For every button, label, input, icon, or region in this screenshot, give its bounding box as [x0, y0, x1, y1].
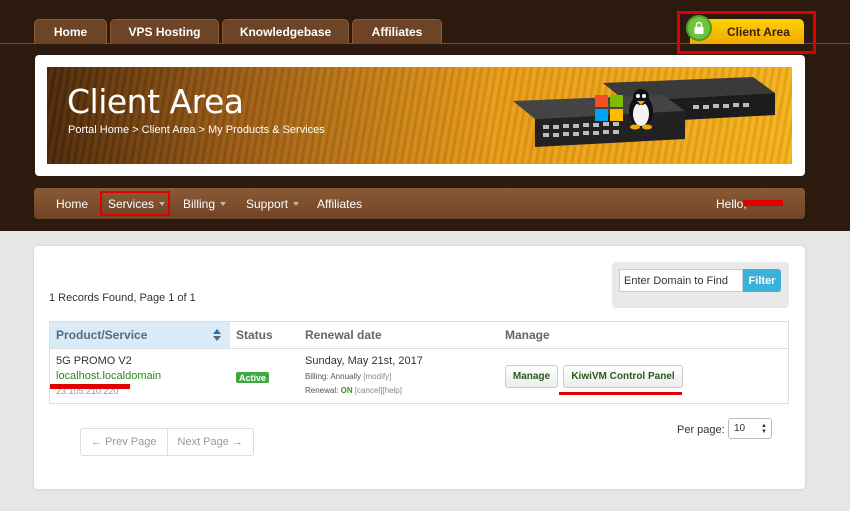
pagination: ← Prev Page Next Page → [80, 428, 254, 456]
modify-link[interactable]: [modify] [363, 372, 391, 381]
renewal-state: ON [340, 386, 353, 395]
top-tab-knowledgebase[interactable]: Knowledgebase [222, 19, 349, 44]
server-switch-image [513, 77, 775, 147]
records-summary: 1 Records Found, Page 1 of 1 [49, 292, 196, 304]
product-domain-link[interactable]: localhost.localdomain [56, 370, 161, 382]
nav-billing-label: Billing [183, 196, 216, 211]
nav-billing[interactable]: Billing [183, 188, 227, 219]
client-area-highlight [677, 11, 816, 54]
next-page-button[interactable]: Next Page → [168, 429, 254, 455]
column-header-manage: Manage [505, 328, 550, 342]
updown-arrows-icon: ▲ ▼ [761, 423, 767, 435]
per-page-label: Per page: [677, 424, 725, 436]
banner-title: Client Area [67, 82, 244, 121]
renewal-date: Sunday, May 21st, 2017 [305, 355, 423, 367]
chevron-down-icon [293, 201, 300, 206]
column-header-status[interactable]: Status [236, 322, 273, 348]
per-page-select[interactable]: 10 ▲ ▼ [728, 418, 772, 439]
sort-icon[interactable] [213, 329, 221, 341]
cancel-link[interactable]: [cancel] [355, 386, 383, 395]
nav-affiliates-label: Affiliates [317, 196, 363, 211]
nav-support[interactable]: Support [246, 188, 300, 219]
manage-button[interactable]: Manage [505, 365, 558, 388]
nav-support-label: Support [246, 196, 289, 211]
domain-search-input[interactable] [619, 269, 743, 292]
billing-cycle-label: Billing: Annually [305, 372, 362, 381]
per-page-value: 10 [734, 423, 746, 434]
column-header-renewal[interactable]: Renewal date [305, 322, 382, 348]
top-tab-vps-hosting[interactable]: VPS Hosting [110, 19, 219, 44]
auto-renewal: Renewal: ON [cancel][help] [305, 386, 402, 395]
kiwivm-highlight-underline [559, 392, 682, 395]
redaction-bar [743, 200, 783, 206]
help-link[interactable]: [help] [382, 386, 402, 395]
breadcrumb: Portal Home > Client Area > My Products … [68, 124, 325, 136]
billing-cycle: Billing: Annually [modify] [305, 372, 391, 381]
redaction-bar [50, 384, 130, 389]
nav-home[interactable]: Home [56, 188, 88, 219]
top-tab-affiliates[interactable]: Affiliates [352, 19, 442, 44]
kiwivm-control-panel-button[interactable]: KiwiVM Control Panel [563, 365, 683, 388]
table-header-divider [50, 348, 788, 349]
filter-button[interactable]: Filter [743, 269, 781, 292]
nav-home-label: Home [56, 196, 89, 211]
chevron-down-icon [220, 201, 227, 206]
product-name: 5G PROMO V2 [56, 355, 132, 367]
nav-affiliates[interactable]: Affiliates [317, 188, 362, 219]
prev-page-button[interactable]: ← Prev Page [81, 429, 168, 455]
status-badge: Active [236, 372, 270, 383]
top-tab-home[interactable]: Home [34, 19, 107, 44]
services-highlight [100, 191, 170, 216]
banner: Client Area Portal Home > Client Area > … [47, 67, 792, 164]
renewal-label: Renewal: [305, 386, 339, 395]
column-header-product[interactable]: Product/Service [50, 322, 230, 348]
